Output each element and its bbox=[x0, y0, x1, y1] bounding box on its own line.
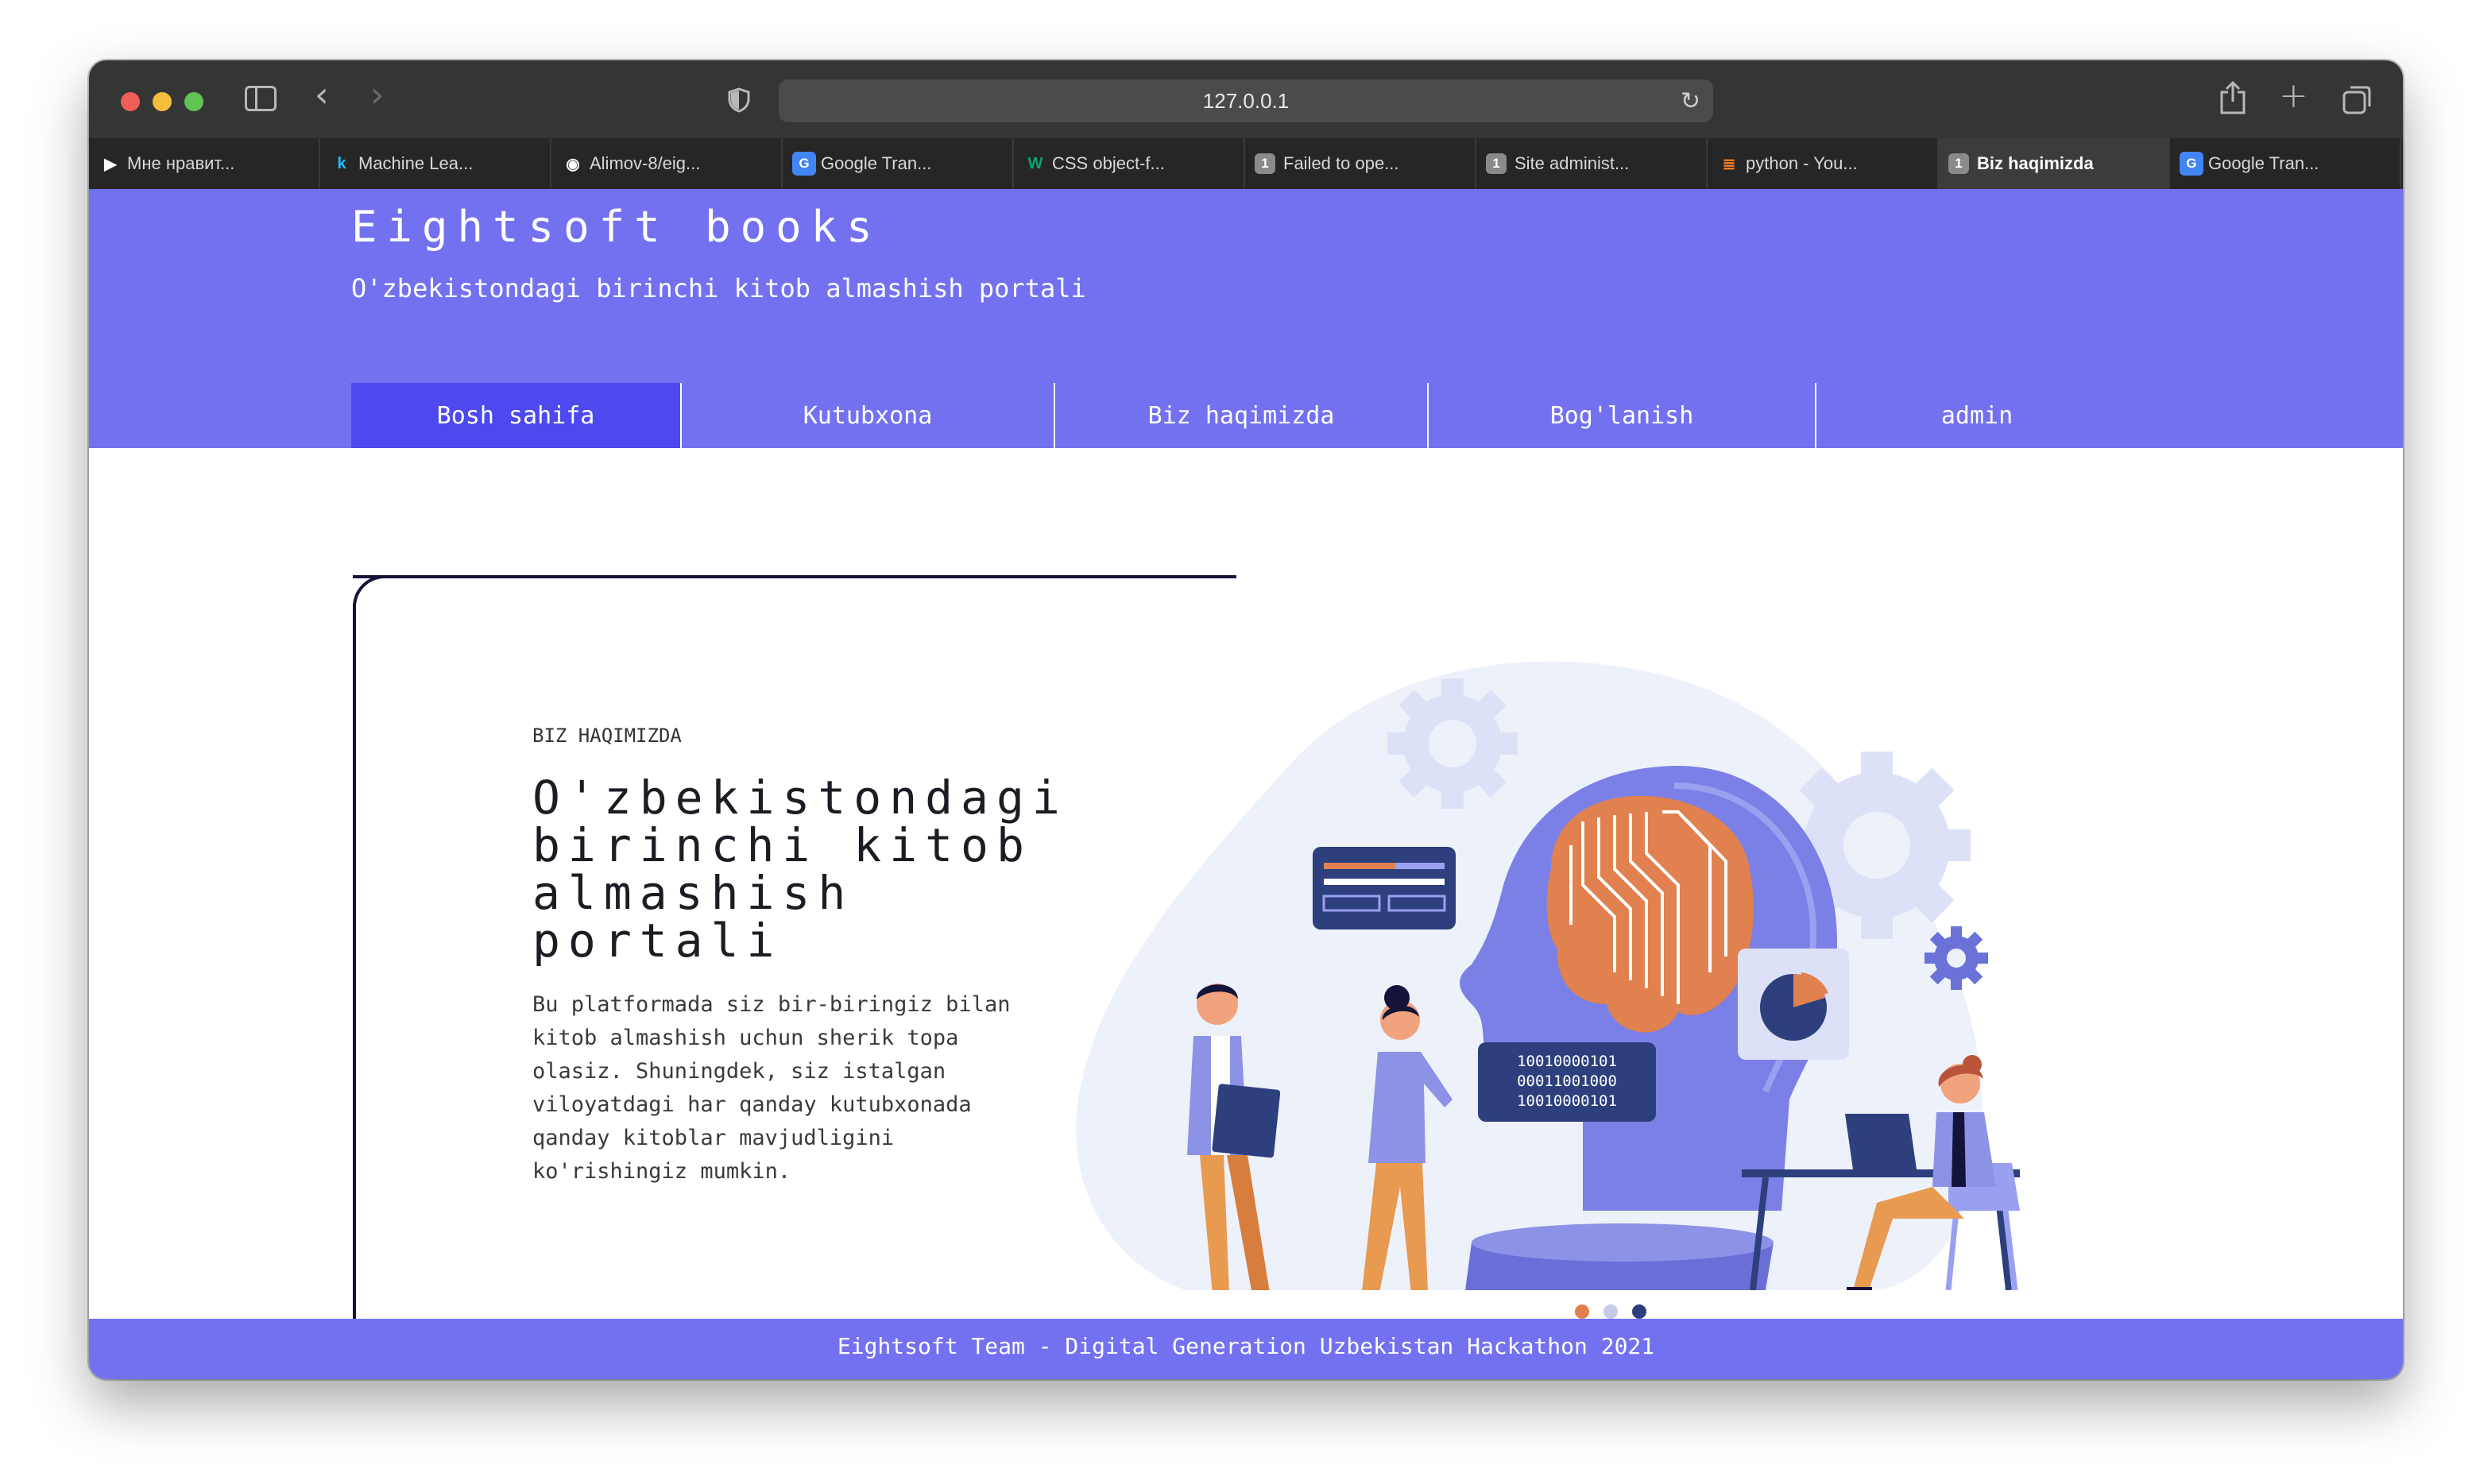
reload-icon[interactable]: ↻ bbox=[1681, 87, 1700, 115]
decorative-frame-corner bbox=[353, 575, 400, 623]
privacy-shield-icon[interactable] bbox=[728, 87, 750, 113]
number-1-icon: 1 bbox=[1948, 153, 1969, 174]
share-icon[interactable] bbox=[2218, 81, 2247, 114]
forward-arrow-icon[interactable]: › bbox=[370, 78, 385, 113]
gear-icon bbox=[1387, 678, 1518, 809]
browser-toolbar: ‹ › 127.0.0.1 ↻ + bbox=[89, 60, 2403, 138]
address-bar[interactable]: 127.0.0.1 ↻ bbox=[779, 79, 1713, 122]
carousel-indicators bbox=[1575, 1304, 1646, 1319]
hero-description: Bu platformada siz bir-biringiz bilan ki… bbox=[532, 992, 1011, 1184]
site-tagline: O'zbekistondagi birinchi kitob almashish… bbox=[351, 273, 1086, 303]
new-tab-icon[interactable]: + bbox=[2279, 76, 2308, 116]
url-text: 127.0.0.1 bbox=[1202, 89, 1290, 113]
browser-tab[interactable]: 1 Site administ... bbox=[1476, 138, 1708, 189]
footer-text: Eightsoft Team - Digital Generation Uzbe… bbox=[837, 1333, 1655, 1359]
tab-title: CSS object-f... bbox=[1052, 153, 1165, 173]
play-icon: ▶ bbox=[104, 155, 117, 173]
nav-item[interactable]: Bog'lanish bbox=[1429, 383, 1816, 448]
site-header: Eightsoft books O'zbekistondagi birinchi… bbox=[89, 189, 2403, 448]
browser-tab[interactable]: 1 Biz haqimizda bbox=[1939, 138, 2170, 189]
tab-title: Alimov-8/eig... bbox=[590, 153, 701, 173]
browser-tab[interactable]: G Google Tran... bbox=[2170, 138, 2401, 189]
browser-tab[interactable]: G Google Tran... bbox=[783, 138, 1014, 189]
stackoverflow-icon: ≣ bbox=[1722, 155, 1736, 173]
tab-title: python - You... bbox=[1746, 153, 1858, 173]
google-translate-icon: G bbox=[792, 152, 816, 176]
ai-head-illustration: 10010000101 00011001000 10010000101 bbox=[1076, 661, 2020, 1290]
dashboard-card bbox=[1313, 847, 1456, 929]
site-footer: Eightsoft Team - Digital Generation Uzbe… bbox=[89, 1319, 2403, 1379]
binary-line: 10010000101 bbox=[1517, 1053, 1617, 1070]
browser-tab[interactable]: 1 Failed to ope... bbox=[1245, 138, 1476, 189]
browser-tab[interactable]: k Machine Lea... bbox=[320, 138, 551, 189]
google-translate-icon: G bbox=[2180, 152, 2203, 176]
nav-item[interactable]: Kutubxona bbox=[682, 383, 1055, 448]
sidebar-toggle-icon[interactable] bbox=[245, 86, 277, 111]
main-content: BIZ HAQIMIZDA O'zbekistondagi birinchi k… bbox=[89, 448, 2403, 1319]
nav-item[interactable]: Biz haqimizda bbox=[1055, 383, 1429, 448]
section-eyebrow: BIZ HAQIMIZDA bbox=[532, 725, 682, 747]
binary-code-card: 10010000101 00011001000 10010000101 bbox=[1478, 1042, 1656, 1122]
tab-title: Machine Lea... bbox=[358, 153, 474, 173]
tab-title: Biz haqimizda bbox=[1977, 153, 2094, 173]
tab-title: Google Tran... bbox=[2208, 153, 2319, 173]
browser-window: ‹ › 127.0.0.1 ↻ + ▶ Мне нравит... k Machine… bbox=[89, 60, 2403, 1379]
tab-overview-icon[interactable] bbox=[2342, 84, 2373, 114]
carousel-dot[interactable] bbox=[1603, 1304, 1618, 1319]
decorative-frame-left bbox=[353, 604, 356, 1319]
zoom-window-button[interactable] bbox=[184, 92, 203, 111]
browser-tab[interactable]: ≣ python - You... bbox=[1708, 138, 1939, 189]
nav-item[interactable]: Bosh sahifa bbox=[351, 383, 682, 448]
browser-tab[interactable]: ◉ Alimov-8/eig... bbox=[551, 138, 783, 189]
w3schools-icon: W bbox=[1027, 154, 1043, 172]
carousel-dot[interactable] bbox=[1632, 1304, 1646, 1319]
carousel-dot[interactable] bbox=[1575, 1304, 1589, 1319]
number-1-icon: 1 bbox=[1255, 153, 1275, 174]
gear-icon bbox=[1924, 926, 1988, 990]
kaggle-icon: k bbox=[337, 154, 346, 172]
tab-title: Failed to ope... bbox=[1283, 153, 1399, 173]
minimize-window-button[interactable] bbox=[153, 92, 172, 111]
binary-line: 10010000101 bbox=[1517, 1092, 1617, 1110]
browser-tab[interactable]: ▶ Мне нравит... bbox=[89, 138, 320, 189]
binary-line: 00011001000 bbox=[1517, 1072, 1617, 1090]
tab-bar: ▶ Мне нравит... k Machine Lea... ◉ Alimov-8/e… bbox=[89, 138, 2403, 189]
tab-title: Мне нравит... bbox=[127, 153, 235, 173]
browser-tab[interactable]: W CSS object-f... bbox=[1014, 138, 1245, 189]
tab-title: Google Tran... bbox=[821, 153, 932, 173]
nav-item[interactable]: admin bbox=[1816, 383, 2137, 448]
main-nav: Bosh sahifa Kutubxona Biz haqimizda Bog'lan… bbox=[351, 383, 2137, 448]
decorative-frame-top bbox=[353, 575, 1236, 578]
tab-title: Site administ... bbox=[1514, 153, 1630, 173]
pie-chart-icon bbox=[1738, 949, 1849, 1060]
github-icon: ◉ bbox=[566, 155, 580, 173]
number-1-icon: 1 bbox=[1486, 153, 1507, 174]
close-window-button[interactable] bbox=[121, 92, 140, 111]
back-arrow-icon[interactable]: ‹ bbox=[315, 78, 329, 113]
site-brand[interactable]: Eightsoft books bbox=[351, 202, 882, 252]
